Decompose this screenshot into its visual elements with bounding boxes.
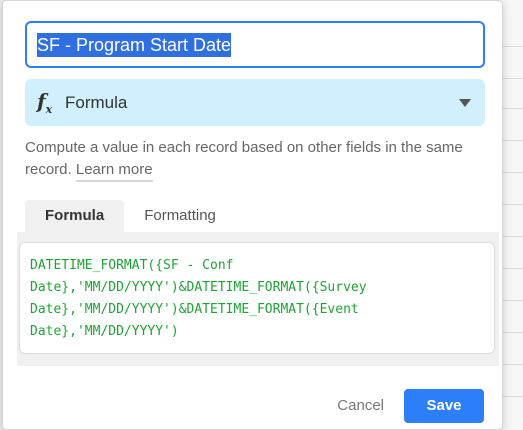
cancel-button[interactable]: Cancel xyxy=(337,397,384,414)
dialog-footer: Cancel Save xyxy=(3,389,502,423)
tab-formula[interactable]: Formula xyxy=(25,200,125,232)
field-name-selected-text: SF - Program Start Date xyxy=(37,33,232,57)
function-fx-icon: fx xyxy=(37,89,53,116)
formula-editor[interactable]: DATETIME_FORMAT({SF - Conf Date},'MM/DD/… xyxy=(19,242,495,354)
formula-line: DATETIME_FORMAT({SF - Conf xyxy=(30,258,234,273)
formula-line: Date},'MM/DD/YYYY')&DATETIME_FORMAT({Eve… xyxy=(30,302,359,317)
formula-panel: DATETIME_FORMAT({SF - Conf Date},'MM/DD/… xyxy=(17,232,499,366)
chevron-down-icon xyxy=(459,99,471,107)
field-type-select[interactable]: fx Formula xyxy=(25,79,485,126)
field-name-input[interactable]: SF - Program Start Date xyxy=(25,21,485,68)
field-type-description: Compute a value in each record based on … xyxy=(25,137,481,182)
save-button[interactable]: Save xyxy=(404,389,484,423)
tab-formatting[interactable]: Formatting xyxy=(124,200,236,232)
field-type-label: Formula xyxy=(65,92,128,112)
field-config-dialog: SF - Program Start Date fx Formula Compu… xyxy=(2,0,503,430)
config-tabs: Formula Formatting xyxy=(25,200,236,232)
formula-line: Date},'MM/DD/YYYY')&DATETIME_FORMAT({Sur… xyxy=(30,280,367,295)
learn-more-link[interactable]: Learn more xyxy=(75,161,153,182)
formula-line: Date},'MM/DD/YYYY') xyxy=(30,324,179,339)
